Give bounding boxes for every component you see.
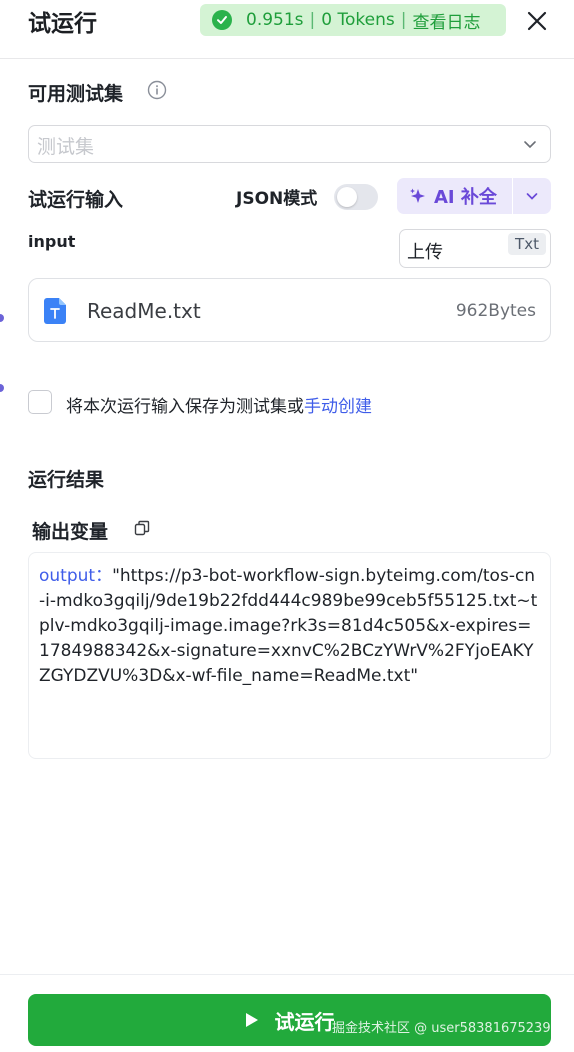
ai-fill-button[interactable]: AI 补全	[397, 178, 512, 214]
file-name: ReadMe.txt	[87, 299, 201, 323]
header-divider	[0, 58, 574, 59]
save-as-test-set-checkbox[interactable]	[28, 390, 52, 414]
ai-fill-label: AI 补全	[434, 187, 497, 208]
toggle-knob	[337, 187, 357, 207]
upload-label: 上传	[407, 242, 443, 263]
test-run-label: 试运行	[274, 1009, 335, 1034]
copy-icon[interactable]	[134, 520, 150, 536]
save-as-test-set-text: 将本次运行输入保存为测试集或手动创建	[66, 392, 372, 417]
run-input-title: 试运行输入	[28, 189, 124, 211]
edge-indicator	[0, 384, 4, 392]
json-mode-toggle[interactable]	[334, 184, 378, 210]
play-icon	[245, 1013, 258, 1027]
status-separator: |	[400, 10, 407, 30]
output-variables-title: 输出变量	[32, 521, 109, 543]
file-type-tag: Txt	[508, 233, 546, 255]
chevron-down-icon	[526, 193, 538, 200]
sparkle-icon	[410, 188, 425, 203]
save-as-test-set-label: 将本次运行输入保存为测试集或	[66, 397, 304, 417]
upload-select[interactable]: 上传 Txt	[399, 229, 551, 268]
token-count: 0 Tokens	[321, 10, 395, 30]
info-icon[interactable]	[147, 80, 167, 100]
manual-create-link[interactable]: 手动创建	[304, 397, 372, 417]
ai-fill-dropdown[interactable]	[513, 178, 551, 214]
view-log-link[interactable]: 查看日志	[412, 8, 480, 33]
success-check-icon	[212, 10, 232, 30]
text-file-icon	[44, 298, 66, 324]
file-size: 962Bytes	[455, 301, 536, 321]
output-key: output：	[39, 566, 113, 586]
panel-title: 试运行	[28, 11, 97, 37]
test-set-title: 可用测试集	[28, 83, 124, 105]
edge-indicator	[0, 314, 4, 322]
run-result-title: 运行结果	[28, 469, 105, 491]
uploaded-file-card[interactable]: ReadMe.txt 962Bytes	[28, 278, 551, 342]
close-icon	[527, 11, 547, 31]
test-set-select[interactable]: 测试集	[28, 125, 551, 163]
test-set-placeholder: 测试集	[37, 136, 95, 158]
run-status-pill: 0.951s | 0 Tokens | 查看日志	[200, 4, 506, 36]
close-button[interactable]	[524, 8, 550, 34]
run-duration: 0.951s	[246, 10, 304, 30]
watermark: 掘金技术社区 @ user5838167523996	[332, 1021, 568, 1036]
chevron-down-icon	[524, 141, 536, 149]
status-separator: |	[309, 10, 316, 30]
json-mode-label: JSON模式	[236, 189, 318, 209]
footer-divider	[0, 974, 574, 975]
panel-header: 试运行 0.951s | 0 Tokens | 查看日志	[0, 0, 574, 42]
output-value: "https://p3-bot-workflow-sign.byteimg.co…	[39, 566, 538, 686]
input-field-label: input	[28, 232, 76, 251]
output-value-box: output："https://p3-bot-workflow-sign.byt…	[28, 552, 551, 759]
